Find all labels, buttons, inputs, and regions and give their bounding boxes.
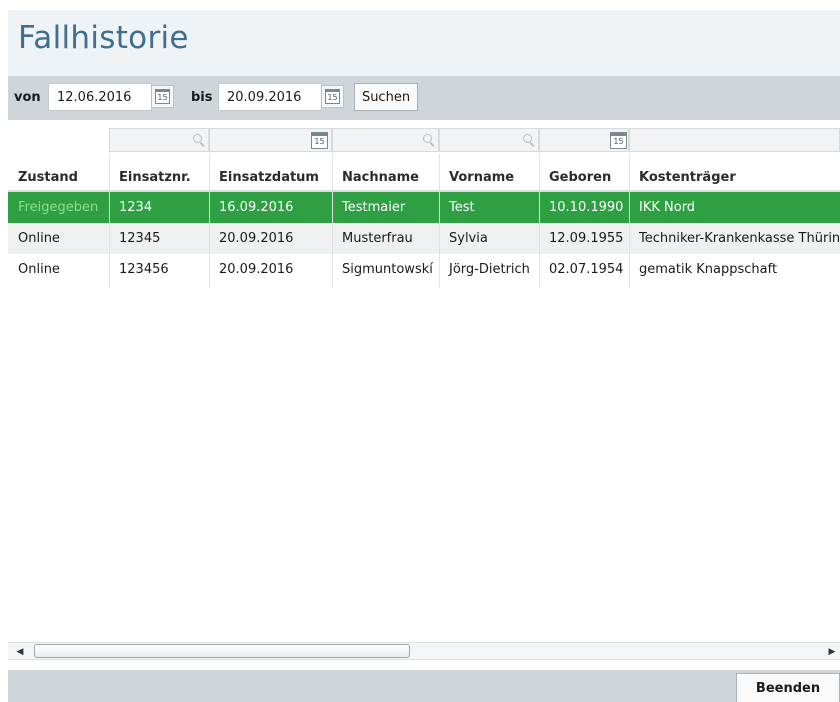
scroll-right-icon[interactable]: ▶ — [826, 646, 838, 658]
cell-nachname: Testmaier — [342, 200, 406, 215]
cell-zustand: Online — [18, 231, 60, 246]
scroll-left-icon[interactable]: ◀ — [14, 646, 26, 658]
table-row[interactable]: Online 123456 20.09.2016 Sigmuntowskí Jö… — [8, 254, 840, 285]
filter-kostentraeger[interactable] — [629, 128, 840, 152]
search-icon — [193, 134, 202, 143]
cell-einsatznr: 1234 — [119, 200, 153, 215]
cell-kostentraeger: gematik Knappschaft — [639, 262, 778, 277]
header-zustand[interactable]: Zustand — [8, 154, 109, 190]
cell-geboren: 02.07.1954 — [549, 262, 624, 277]
header-nachname[interactable]: Nachname — [332, 154, 439, 190]
calendar-icon: 15 — [610, 132, 627, 149]
header-vorname[interactable]: Vorname — [439, 154, 539, 190]
search-icon — [423, 134, 432, 143]
column-divider — [539, 154, 540, 288]
column-divider — [439, 154, 440, 288]
from-calendar-button[interactable]: 15 — [151, 85, 174, 108]
cell-kostentraeger: Techniker-Krankenkasse Thüringen — [639, 231, 840, 246]
cell-zustand: Freigegeben — [18, 200, 99, 215]
cell-vorname: Sylvia — [449, 231, 488, 246]
cell-geboren: 10.10.1990 — [549, 200, 624, 215]
cell-kostentraeger: IKK Nord — [639, 200, 696, 215]
cell-geboren: 12.09.1955 — [549, 231, 624, 246]
cell-einsatzdatum: 20.09.2016 — [219, 262, 294, 277]
calendar-icon: 15 — [311, 132, 328, 149]
table-row[interactable]: Online 12345 20.09.2016 Musterfrau Sylvi… — [8, 223, 840, 254]
column-divider — [209, 154, 210, 288]
to-calendar-button[interactable]: 15 — [321, 85, 344, 108]
case-history-table: 15 15 Zustand Einsatznr. Einsatzdatum Na… — [8, 128, 840, 638]
cell-vorname: Test — [449, 200, 475, 215]
horizontal-scrollbar[interactable]: ◀ ▶ — [8, 642, 840, 660]
cell-nachname: Musterfrau — [342, 231, 413, 246]
header-einsatzdatum[interactable]: Einsatzdatum — [209, 154, 332, 190]
column-divider — [629, 154, 630, 288]
filter-bar: von 12.06.2016 15 bis 20.09.2016 15 Such… — [8, 76, 840, 120]
to-date-input[interactable]: 20.09.2016 — [218, 83, 322, 111]
footer-bar: Beenden — [8, 670, 840, 702]
calendar-icon: 15 — [155, 89, 170, 104]
cell-einsatznr: 12345 — [119, 231, 161, 246]
header-einsatznr[interactable]: Einsatznr. — [109, 154, 209, 190]
from-label: von — [14, 90, 41, 105]
cell-einsatznr: 123456 — [119, 262, 169, 277]
filter-vorname[interactable] — [439, 128, 539, 152]
cell-nachname: Sigmuntowskí — [342, 262, 433, 277]
column-divider — [332, 154, 333, 288]
cell-zustand: Online — [18, 262, 60, 277]
table-header: Zustand Einsatznr. Einsatzdatum Nachname… — [8, 154, 840, 192]
filter-einsatzdatum[interactable]: 15 — [209, 128, 332, 152]
from-date-input[interactable]: 12.06.2016 — [48, 83, 152, 111]
cell-einsatzdatum: 16.09.2016 — [219, 200, 294, 215]
filter-nachname[interactable] — [332, 128, 439, 152]
to-label: bis — [191, 90, 213, 105]
cell-einsatzdatum: 20.09.2016 — [219, 231, 294, 246]
filter-einsatznr[interactable] — [109, 128, 209, 152]
filter-geboren[interactable]: 15 — [539, 128, 629, 152]
column-divider — [109, 154, 110, 288]
calendar-icon: 15 — [325, 89, 340, 104]
scrollbar-thumb[interactable] — [34, 644, 410, 658]
search-button[interactable]: Suchen — [354, 83, 418, 111]
search-icon — [523, 134, 532, 143]
title-bar: Fallhistorie — [8, 10, 840, 76]
cell-vorname: Jörg-Dietrich — [449, 262, 530, 277]
header-geboren[interactable]: Geboren — [539, 154, 629, 190]
header-kostentraeger[interactable]: Kostenträger — [629, 154, 840, 190]
page-title: Fallhistorie — [18, 20, 189, 56]
end-button[interactable]: Beenden — [736, 673, 840, 702]
table-row[interactable]: Freigegeben 1234 16.09.2016 Testmaier Te… — [8, 192, 840, 223]
